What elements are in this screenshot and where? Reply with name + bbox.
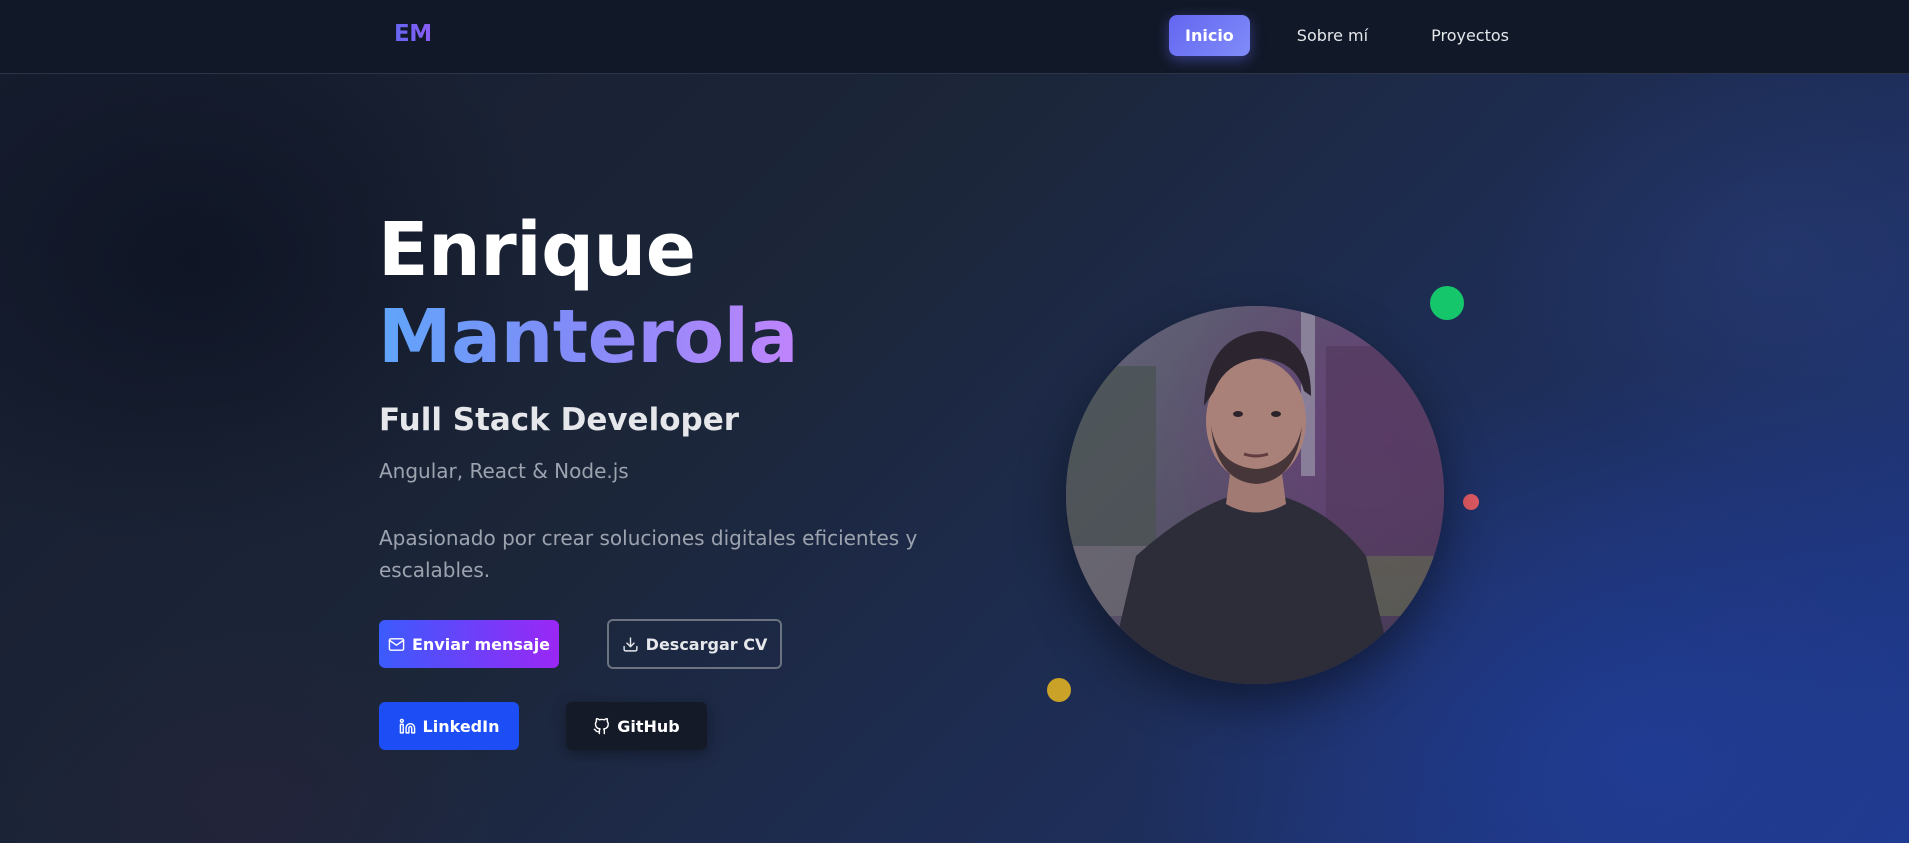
decorative-dot-yellow <box>1047 678 1071 702</box>
nav-links: Inicio Sobre mí Proyectos <box>1169 15 1525 56</box>
nav-link-proyectos[interactable]: Proyectos <box>1415 15 1525 56</box>
hero-role: Full Stack Developer <box>379 402 740 438</box>
hero-first-name: Enrique <box>378 207 696 293</box>
profile-photo <box>1066 306 1444 684</box>
decorative-dot-red <box>1463 494 1479 510</box>
hero-description: Apasionado por crear soluciones digitale… <box>379 526 918 582</box>
github-button[interactable]: GitHub <box>566 702 707 750</box>
page-background <box>0 0 1909 843</box>
linkedin-label: LinkedIn <box>422 716 500 736</box>
nav-link-inicio[interactable]: Inicio <box>1169 15 1250 56</box>
download-cv-label: Descargar CV <box>645 634 768 654</box>
linkedin-icon <box>399 718 415 734</box>
github-label: GitHub <box>617 716 680 736</box>
logo[interactable]: EM <box>394 21 432 47</box>
download-icon <box>623 636 638 652</box>
hero-last-name: Manterola <box>378 294 798 380</box>
send-message-label: Enviar mensaje <box>411 634 551 654</box>
send-message-button[interactable]: Enviar mensaje <box>379 620 559 668</box>
github-icon <box>593 717 610 734</box>
download-cv-button[interactable]: Descargar CV <box>607 619 782 669</box>
navbar: EM Inicio Sobre mí Proyectos <box>0 0 1909 74</box>
nav-link-sobre-mi[interactable]: Sobre mí <box>1281 15 1384 56</box>
linkedin-button[interactable]: LinkedIn <box>379 702 519 750</box>
hero-tech-stack: Angular, React & Node.js <box>379 459 629 483</box>
mail-icon <box>388 637 405 651</box>
decorative-dot-green <box>1430 286 1464 320</box>
